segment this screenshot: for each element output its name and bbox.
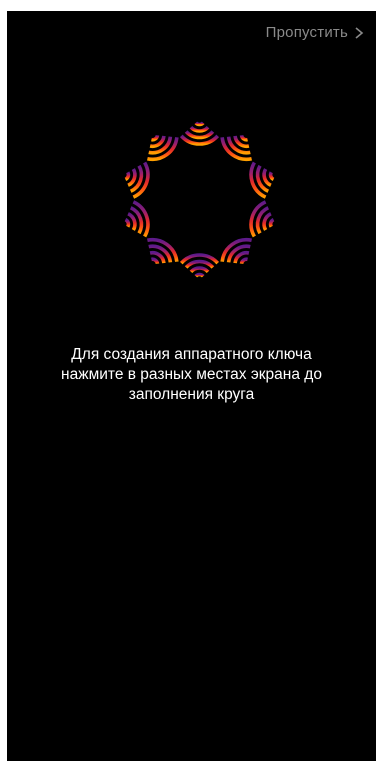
ring-arc-segment [239, 134, 248, 142]
progress-ring [117, 117, 282, 282]
ring-arc-segment [151, 134, 160, 142]
ring-arc-segment [239, 257, 248, 265]
instruction-line-1: Для создания аппаратного ключа [71, 346, 312, 363]
ring-arc-segment [268, 218, 275, 228]
skip-button[interactable]: Пропустить [266, 24, 364, 42]
ring-arc-segment [189, 266, 210, 274]
instruction-text: Для создания аппаратного ключа нажмите в… [7, 345, 376, 405]
ring-arc-segment [268, 171, 275, 181]
instruction-line-3: заполнения круга [128, 386, 255, 403]
ring-arc-segment [194, 121, 205, 127]
ring-arc-segment [124, 218, 131, 228]
instruction-line-2: нажмите в разных местах экрана до [61, 366, 322, 383]
ring-arc-segment [124, 171, 131, 181]
ring-arc-segment [194, 272, 205, 278]
skip-label: Пропустить [265, 24, 348, 41]
ring-arc-segment [151, 257, 160, 265]
ring-arc-segment [189, 125, 210, 133]
segmented-ring-icon [124, 121, 275, 278]
entropy-touch-screen[interactable]: Пропустить Для создания аппаратного ключ… [7, 11, 376, 761]
chevron-right-icon [355, 27, 364, 39]
